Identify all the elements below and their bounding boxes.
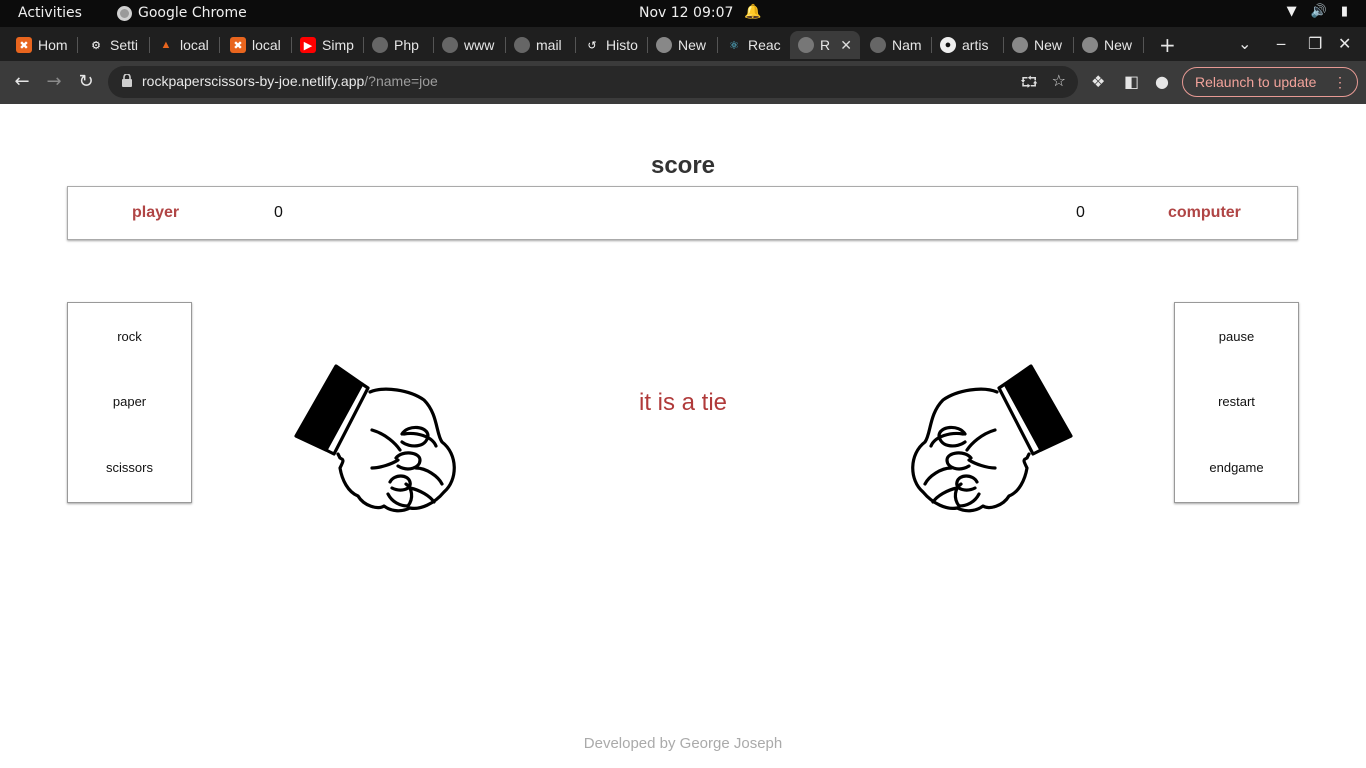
volume-icon: 🔊: [1310, 4, 1327, 19]
gear-icon: ⚙: [91, 39, 101, 52]
tab-home[interactable]: ✖ Hom: [8, 31, 78, 59]
tab-label: Histo: [606, 37, 638, 53]
share-icon[interactable]: ⮔: [1020, 72, 1038, 97]
xampp-icon: ✖: [230, 37, 246, 53]
address-bar[interactable]: rockpaperscissors-by-joe.netlify.app/?na…: [108, 66, 1078, 98]
chrome-icon: [117, 5, 132, 21]
lock-icon: [122, 74, 132, 87]
tab-label: Reac: [748, 37, 781, 53]
tab-react[interactable]: ⚛ Reac: [718, 31, 790, 59]
xampp-icon: ✖: [16, 37, 32, 53]
tab-label: New: [1104, 37, 1133, 53]
tab-local-2[interactable]: ✖ local: [222, 31, 292, 59]
url-query: /?name=joe: [364, 73, 438, 89]
more-menu-icon[interactable]: ⋮: [1333, 68, 1347, 96]
app-name: Google Chrome: [138, 5, 247, 21]
maximize-icon[interactable]: ❐: [1308, 34, 1322, 53]
tab-label: R: [820, 37, 831, 53]
tab-label: Hom: [38, 37, 68, 53]
url-host: rockpaperscissors-by-joe.netlify.app: [142, 73, 365, 89]
url-text: rockpaperscissors-by-joe.netlify.app/?na…: [142, 73, 438, 89]
tab-www[interactable]: www: [434, 31, 506, 59]
computer-score: 0: [1076, 204, 1085, 221]
tab-active[interactable]: R ✕: [790, 31, 860, 59]
tab-local-1[interactable]: ▲ local: [150, 31, 220, 59]
restart-button[interactable]: restart: [1175, 394, 1298, 409]
chrome-icon: [656, 37, 672, 53]
chrome-icon: [1082, 37, 1098, 53]
reload-icon[interactable]: ↻: [75, 71, 97, 93]
app-menu[interactable]: Google Chrome: [117, 5, 247, 21]
github-icon: ●: [940, 37, 956, 53]
bell-icon[interactable]: 🔔: [744, 4, 761, 20]
globe-icon: [514, 37, 530, 53]
tab-search-chevron-icon[interactable]: ⌄: [1238, 34, 1251, 53]
tab-label: Setti: [110, 37, 139, 53]
close-window-icon[interactable]: ✕: [1338, 34, 1351, 53]
clock[interactable]: Nov 12 09:07: [639, 5, 733, 21]
computer-label: computer: [1168, 204, 1241, 221]
tab-history[interactable]: ↺ Histo: [576, 31, 648, 59]
globe-icon: [798, 37, 814, 53]
endgame-button[interactable]: endgame: [1175, 460, 1298, 475]
react-icon: ⚛: [729, 39, 739, 52]
forward-arrow-icon[interactable]: →: [43, 71, 65, 93]
control-panel: pause restart endgame: [1174, 302, 1299, 503]
tab-label: New: [1034, 37, 1063, 53]
tab-label: Simp: [322, 37, 354, 53]
cpanel-icon: ▲: [160, 39, 172, 51]
tab-label: New: [678, 37, 707, 53]
chrome-icon: [1012, 37, 1028, 53]
scissors-button[interactable]: scissors: [68, 460, 191, 475]
back-arrow-icon[interactable]: ←: [11, 71, 33, 93]
bookmark-star-icon[interactable]: ☆: [1052, 71, 1066, 90]
tab-label: local: [252, 37, 281, 53]
player-score: 0: [274, 204, 283, 221]
scoreboard: player 0 0 computer: [67, 186, 1298, 240]
tab-label: www: [464, 37, 495, 53]
result-message: it is a tie: [638, 389, 728, 416]
activities-button[interactable]: Activities: [18, 5, 82, 21]
pause-button[interactable]: pause: [1175, 329, 1298, 344]
tab-label: Nam: [892, 37, 922, 53]
wifi-icon: ▼: [1286, 4, 1297, 19]
tab-new-3[interactable]: New: [1074, 31, 1144, 59]
tab-mail[interactable]: mail: [506, 31, 576, 59]
computer-rock-hand-icon: [911, 364, 1073, 513]
youtube-icon: ▶: [300, 37, 316, 53]
minimize-icon[interactable]: ‒: [1276, 34, 1286, 53]
globe-icon: [442, 37, 458, 53]
relaunch-to-update-button[interactable]: Relaunch to update ⋮: [1182, 67, 1358, 97]
player-rock-hand-icon: [294, 364, 456, 513]
relaunch-label: Relaunch to update: [1195, 74, 1317, 90]
tab-github[interactable]: ● artis: [932, 31, 1004, 59]
globe-icon: [870, 37, 886, 53]
tab-youtube[interactable]: ▶ Simp: [292, 31, 364, 59]
tab-label: artis: [962, 37, 989, 53]
profile-avatar-icon[interactable]: ●: [1155, 72, 1169, 91]
history-icon: ↺: [587, 39, 597, 52]
tab-new-1[interactable]: New: [648, 31, 718, 59]
tab-settings[interactable]: ⚙ Setti: [80, 31, 150, 59]
new-tab-button[interactable]: +: [1159, 33, 1176, 57]
battery-icon: ▮: [1340, 4, 1348, 19]
tab-names[interactable]: Nam: [862, 31, 932, 59]
page-content: score player 0 0 computer rock paper sci…: [0, 104, 1366, 768]
rock-button[interactable]: rock: [68, 329, 191, 344]
extensions-icon[interactable]: ❖: [1091, 72, 1105, 91]
score-title: score: [650, 152, 716, 179]
globe-icon: [372, 37, 388, 53]
tab-label: Php: [394, 37, 419, 53]
system-tray[interactable]: ▼ 🔊 ▮: [1287, 4, 1348, 19]
footer-credit: Developed by George Joseph: [583, 735, 783, 752]
tab-new-2[interactable]: New: [1004, 31, 1074, 59]
tab-php[interactable]: Php: [364, 31, 434, 59]
close-tab-icon[interactable]: ✕: [840, 37, 852, 54]
tab-label: mail: [536, 37, 562, 53]
tab-label: local: [180, 37, 209, 53]
player-label: player: [132, 204, 180, 221]
system-top-bar: Activities Google Chrome Nov 12 09:07 🔔 …: [0, 0, 1366, 27]
side-panel-icon[interactable]: ◧: [1124, 72, 1139, 91]
